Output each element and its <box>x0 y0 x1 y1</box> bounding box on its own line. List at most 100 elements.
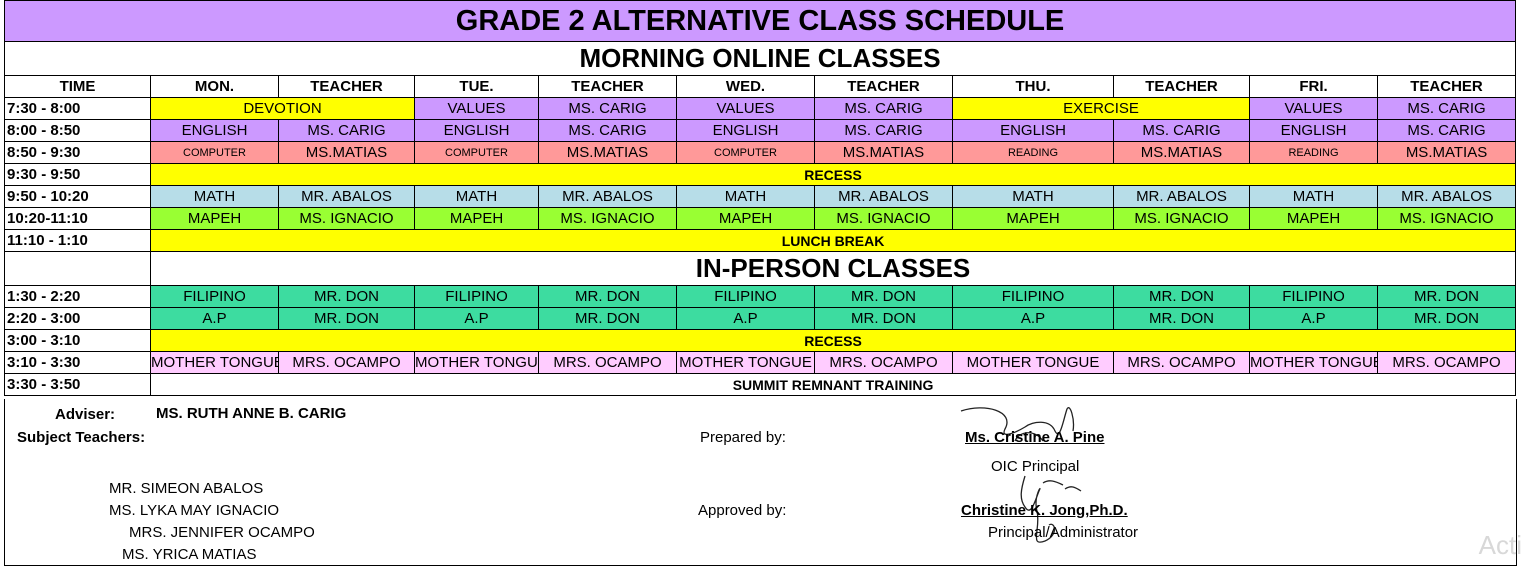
cell-subject: COMPUTER <box>150 141 279 164</box>
cell-subject: MOTHER TONGUE <box>1249 351 1378 374</box>
table-row: 7:30 - 8:00 DEVOTION VALUES MS. CARIG VA… <box>4 97 1517 120</box>
cell-teacher: MS.MATIAS <box>278 141 415 164</box>
header-fri: FRI. <box>1249 75 1378 98</box>
recess-banner: RECESS <box>149 163 1517 186</box>
cell-subject: A.P <box>414 307 539 330</box>
cell-subject: FILIPINO <box>1249 285 1378 308</box>
cell-teacher: MR. ABALOS <box>538 185 677 208</box>
cell-teacher: MR. ABALOS <box>1376 185 1517 208</box>
cell-teacher: MR. DON <box>278 285 415 308</box>
table-row: 9:30 - 9:50 RECESS <box>4 163 1517 186</box>
time-cell: 3:00 - 3:10 <box>4 329 151 352</box>
table-row: 3:00 - 3:10 RECESS <box>4 329 1517 352</box>
approved-by-title: Principal/Administrator <box>988 524 1139 541</box>
cell-teacher: MS. CARIG <box>538 97 677 120</box>
cell-teacher: MS. CARIG <box>1113 119 1250 142</box>
cell-subject: VALUES <box>414 97 539 120</box>
cell-subject: ENGLISH <box>150 119 279 142</box>
approved-by-name: Christine K. Jong,Ph.D. <box>961 502 1128 519</box>
prepared-by-label: Prepared by: <box>700 429 786 446</box>
cell-teacher: MR. DON <box>538 307 677 330</box>
cell-subject: MOTHER TONGUE <box>414 351 539 374</box>
header-teacher-thu: TEACHER <box>1113 75 1250 98</box>
cell-subject: MOTHER TONGUE <box>150 351 279 374</box>
section-morning-title: MORNING ONLINE CLASSES <box>3 41 1517 76</box>
table-row: 11:10 - 1:10 LUNCH BREAK <box>4 229 1517 252</box>
cell-subject: COMPUTER <box>676 141 815 164</box>
activation-watermark: Acti <box>1478 530 1522 560</box>
subject-teachers-label: Subject Teachers: <box>17 429 146 446</box>
cell-subject: ENGLISH <box>952 119 1114 142</box>
cell-exercise: EXERCISE <box>952 97 1250 120</box>
header-row: TIME MON. TEACHER TUE. TEACHER WED. TEAC… <box>4 75 1517 98</box>
cell-teacher: MS.MATIAS <box>814 141 953 164</box>
lunch-banner: LUNCH BREAK <box>149 229 1517 252</box>
cell-teacher: MS. CARIG <box>814 97 953 120</box>
cell-teacher: MS.MATIAS <box>538 141 677 164</box>
cell-subject: A.P <box>676 307 815 330</box>
cell-teacher: MR. DON <box>538 285 677 308</box>
cell-teacher: MRS. OCAMPO <box>814 351 953 374</box>
approved-by-label: Approved by: <box>698 502 787 519</box>
teacher-name: MS. YRICA MATIAS <box>122 546 257 563</box>
cell-subject: MAPEH <box>150 207 279 230</box>
time-cell: 8:50 - 9:30 <box>4 141 151 164</box>
signature-footer: Adviser: MS. RUTH ANNE B. CARIG Subject … <box>4 399 1517 566</box>
cell-subject: MATH <box>1249 185 1378 208</box>
cell-teacher: MS.MATIAS <box>1113 141 1250 164</box>
header-mon: MON. <box>150 75 279 98</box>
cell-teacher: MS. CARIG <box>1376 97 1517 120</box>
header-teacher-wed: TEACHER <box>814 75 953 98</box>
time-cell: 10:20-11:10 <box>4 207 151 230</box>
prepared-by-name: Ms. Cristine A. Pine <box>965 429 1105 446</box>
cell-subject: MOTHER TONGUE <box>676 351 815 374</box>
cell-teacher: MR. ABALOS <box>814 185 953 208</box>
teacher-name: MS. LYKA MAY IGNACIO <box>109 502 280 519</box>
time-cell: 1:30 - 2:20 <box>4 285 151 308</box>
cell-subject: FILIPINO <box>676 285 815 308</box>
cell-subject: MATH <box>414 185 539 208</box>
cell-teacher: MS. CARIG <box>538 119 677 142</box>
section-inperson-title: IN-PERSON CLASSES <box>149 251 1517 286</box>
cell-subject: MAPEH <box>676 207 815 230</box>
adviser-label: Adviser: <box>55 406 116 423</box>
header-wed: WED. <box>676 75 815 98</box>
summit-training-banner: SUMMIT REMNANT TRAINING <box>149 373 1517 396</box>
cell-subject: ENGLISH <box>676 119 815 142</box>
time-cell: 9:50 - 10:20 <box>4 185 151 208</box>
cell-teacher: MS. IGNACIO <box>1376 207 1517 230</box>
schedule-table: GRADE 2 ALTERNATIVE CLASS SCHEDULE MORNI… <box>3 0 1517 396</box>
time-cell: 9:30 - 9:50 <box>4 163 151 186</box>
cell-subject: A.P <box>1249 307 1378 330</box>
cell-subject: MOTHER TONGUE <box>952 351 1114 374</box>
time-cell: 3:10 - 3:30 <box>4 351 151 374</box>
cell-subject: MATH <box>676 185 815 208</box>
cell-teacher: MR. DON <box>1376 285 1517 308</box>
cell-teacher: MS.MATIAS <box>1376 141 1517 164</box>
header-teacher-mon: TEACHER <box>278 75 415 98</box>
time-cell: 11:10 - 1:10 <box>4 229 151 252</box>
cell-subject: A.P <box>952 307 1114 330</box>
cell-subject: FILIPINO <box>414 285 539 308</box>
cell-subject: ENGLISH <box>414 119 539 142</box>
recess-banner: RECESS <box>149 329 1517 352</box>
cell-subject: ENGLISH <box>1249 119 1378 142</box>
schedule-title: GRADE 2 ALTERNATIVE CLASS SCHEDULE <box>3 0 1517 42</box>
teacher-name: MR. SIMEON ABALOS <box>109 480 264 497</box>
cell-teacher: MRS. OCAMPO <box>1376 351 1517 374</box>
cell-teacher: MR. DON <box>1376 307 1517 330</box>
cell-teacher: MR. ABALOS <box>278 185 415 208</box>
cell-teacher: MS. CARIG <box>1376 119 1517 142</box>
cell-teacher: MRS. OCAMPO <box>1113 351 1250 374</box>
cell-subject: MATH <box>952 185 1114 208</box>
teacher-name: MRS. JENNIFER OCAMPO <box>129 524 315 541</box>
cell-teacher: MS. CARIG <box>814 119 953 142</box>
cell-teacher: MS. IGNACIO <box>538 207 677 230</box>
cell-teacher: MS. IGNACIO <box>814 207 953 230</box>
cell-subject: A.P <box>150 307 279 330</box>
table-row: 3:10 - 3:30 MOTHER TONGUE MRS. OCAMPO MO… <box>4 351 1517 374</box>
table-row: 3:30 - 3:50 SUMMIT REMNANT TRAINING <box>4 373 1517 396</box>
cell-subject: MAPEH <box>952 207 1114 230</box>
table-row: IN-PERSON CLASSES <box>4 251 1517 286</box>
cell-subject: MAPEH <box>1249 207 1378 230</box>
